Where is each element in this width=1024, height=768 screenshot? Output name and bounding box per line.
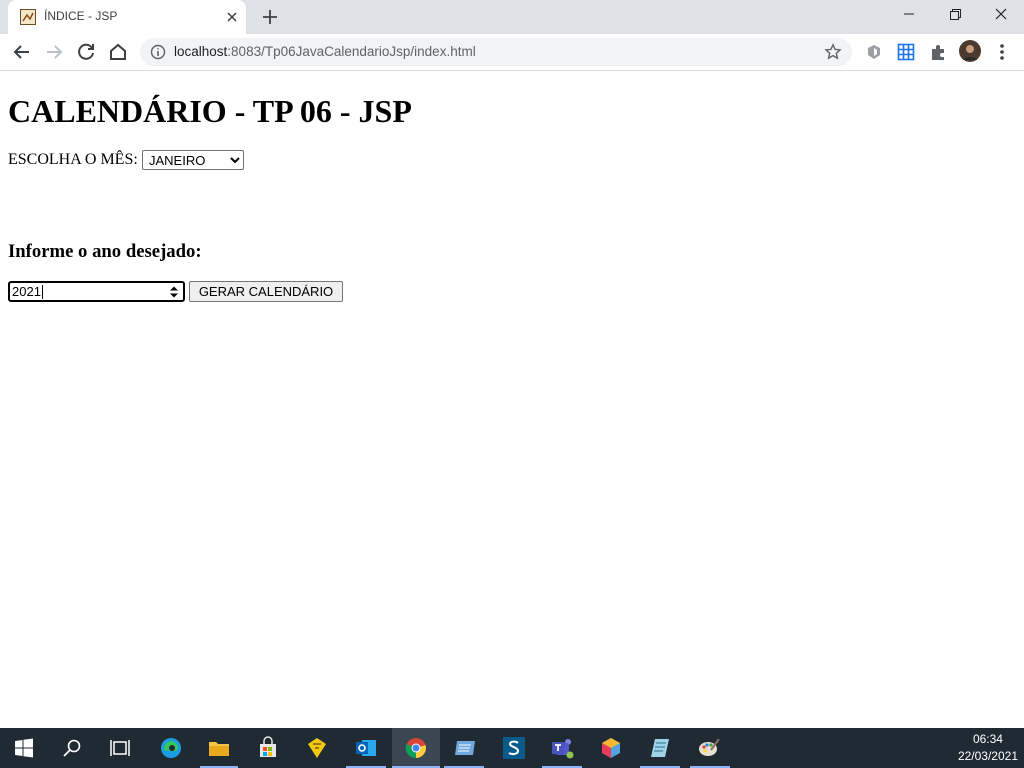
url-text: localhost:8083/Tp06JavaCalendarioJsp/ind…	[174, 44, 476, 59]
page-title: CALENDÁRIO - TP 06 - JSP	[8, 93, 412, 129]
teams-icon[interactable]	[550, 736, 574, 760]
app-window-icon[interactable]	[453, 736, 477, 760]
new-tab-icon[interactable]	[260, 7, 280, 27]
tab-strip: ÍNDICE - JSP	[0, 0, 1024, 34]
page-content: CALENDÁRIO - TP 06 - JSP ESCOLHA O MÊS: …	[0, 71, 1024, 728]
paint-palette-icon[interactable]	[697, 736, 721, 760]
text-caret	[42, 285, 43, 299]
close-window-icon[interactable]	[978, 0, 1024, 32]
reload-icon[interactable]	[73, 39, 99, 65]
extension-shield-icon[interactable]	[864, 42, 884, 62]
system-clock[interactable]: 06:34 22/03/2021	[958, 731, 1018, 765]
store-icon[interactable]	[256, 736, 280, 760]
app-yellow-icon[interactable]	[305, 736, 329, 760]
info-icon[interactable]	[150, 44, 166, 60]
restore-icon[interactable]	[932, 0, 978, 32]
year-input[interactable]: 2021	[8, 281, 185, 302]
browser-tab[interactable]: ÍNDICE - JSP	[8, 0, 246, 34]
year-value: 2021	[12, 284, 41, 299]
app-notepad-icon[interactable]	[648, 736, 672, 760]
tab-title: ÍNDICE - JSP	[44, 9, 118, 23]
windows-start-icon[interactable]	[12, 736, 36, 760]
close-tab-icon[interactable]	[224, 9, 240, 25]
generate-calendar-button[interactable]: GERAR CALENDÁRIO	[189, 281, 343, 302]
home-icon[interactable]	[105, 39, 131, 65]
menu-kebab-icon[interactable]	[992, 42, 1012, 62]
bookmark-star-icon[interactable]	[824, 43, 842, 61]
favicon-icon	[20, 9, 36, 25]
spinner-arrows-icon[interactable]	[169, 285, 179, 299]
address-bar[interactable]: localhost:8083/Tp06JavaCalendarioJsp/ind…	[140, 38, 852, 66]
app-cube-icon[interactable]	[599, 736, 623, 760]
extensions-puzzle-icon[interactable]	[928, 42, 948, 62]
browser-toolbar: localhost:8083/Tp06JavaCalendarioJsp/ind…	[0, 34, 1024, 71]
back-icon[interactable]	[9, 39, 35, 65]
month-label: ESCOLHA O MÊS:	[8, 151, 138, 168]
app-s-icon[interactable]	[502, 736, 526, 760]
url-path: :8083/Tp06JavaCalendarioJsp/index.html	[227, 44, 476, 59]
url-host: localhost	[174, 44, 228, 59]
clock-date: 22/03/2021	[957, 749, 1018, 763]
taskbar: 06:34 22/03/2021	[0, 728, 1024, 768]
outlook-icon[interactable]	[354, 736, 378, 760]
forward-icon[interactable]	[41, 39, 67, 65]
edge-browser-icon[interactable]	[159, 736, 183, 760]
chrome-icon[interactable]	[404, 736, 428, 760]
clock-time: 06:34	[972, 732, 1003, 746]
minimize-icon[interactable]	[886, 0, 932, 32]
search-icon[interactable]	[60, 736, 84, 760]
file-explorer-icon[interactable]	[207, 736, 231, 760]
profile-avatar-icon[interactable]	[959, 40, 981, 62]
extension-grid-icon[interactable]	[896, 42, 916, 62]
year-heading: Informe o ano desejado:	[8, 241, 202, 262]
task-view-icon[interactable]	[108, 736, 132, 760]
month-select[interactable]: JANEIRO	[142, 150, 244, 170]
